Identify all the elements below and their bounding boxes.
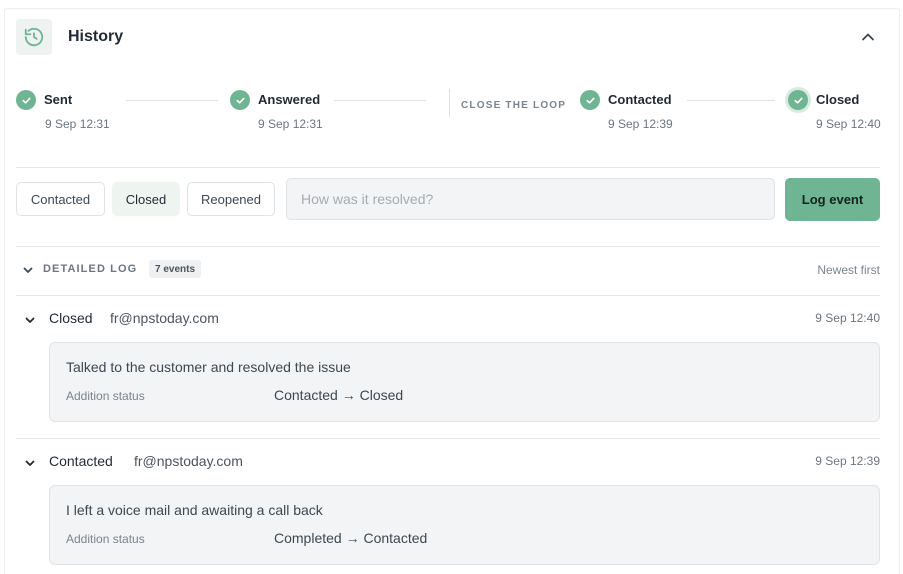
step-label: Contacted bbox=[608, 92, 672, 107]
chevron-down-icon[interactable] bbox=[20, 262, 36, 278]
addition-status-label: Addition status bbox=[66, 532, 145, 546]
addition-status-label: Addition status bbox=[66, 389, 145, 403]
check-icon bbox=[16, 90, 36, 110]
event-user: fr@npstoday.com bbox=[110, 310, 219, 326]
step-time: 9 Sep 12:39 bbox=[608, 117, 673, 131]
detailed-log-header: DETAILED LOG 7 events Newest first bbox=[16, 255, 880, 279]
close-the-loop-label: CLOSE THE LOOP bbox=[461, 100, 567, 111]
option-contacted-button[interactable]: Contacted bbox=[16, 182, 105, 216]
check-icon bbox=[788, 90, 808, 110]
resolution-input[interactable] bbox=[286, 178, 775, 220]
event-details: Talked to the customer and resolved the … bbox=[49, 342, 880, 422]
status-transition: Completed → Contacted bbox=[274, 530, 428, 546]
log-event-button[interactable]: Log event bbox=[785, 178, 880, 221]
step-label: Closed bbox=[816, 92, 860, 107]
option-reopened-button[interactable]: Reopened bbox=[187, 182, 275, 216]
step-label: Answered bbox=[258, 92, 321, 107]
chevron-down-icon[interactable] bbox=[22, 312, 38, 328]
log-event: Closed fr@npstoday.com 9 Sep 12:40 Talke… bbox=[16, 310, 880, 422]
event-note: I left a voice mail and awaiting a call … bbox=[66, 502, 323, 518]
step-time: 9 Sep 12:31 bbox=[258, 117, 323, 131]
stepper-divider bbox=[449, 89, 450, 117]
step-time: 9 Sep 12:31 bbox=[45, 117, 110, 131]
status-stepper: Sent 9 Sep 12:31 Answered 9 Sep 12:31 CL… bbox=[16, 89, 881, 140]
step-label: Sent bbox=[44, 92, 73, 107]
divider bbox=[16, 438, 880, 439]
status-transition: Contacted → Closed bbox=[274, 387, 404, 403]
chevron-up-icon[interactable] bbox=[858, 27, 878, 47]
page-title: History bbox=[68, 28, 124, 45]
step-connector bbox=[334, 100, 426, 101]
option-closed-button[interactable]: Closed bbox=[112, 182, 180, 216]
log-event-form: Contacted Closed Reopened Log event bbox=[16, 178, 880, 222]
step-connector bbox=[687, 100, 775, 101]
event-time: 9 Sep 12:39 bbox=[815, 454, 880, 468]
history-header: History bbox=[16, 19, 880, 55]
history-icon bbox=[16, 19, 52, 55]
event-details: I left a voice mail and awaiting a call … bbox=[49, 485, 880, 565]
divider bbox=[16, 246, 880, 247]
sort-order-toggle[interactable]: Newest first bbox=[817, 263, 880, 277]
event-count-badge: 7 events bbox=[149, 260, 202, 278]
event-note: Talked to the customer and resolved the … bbox=[66, 359, 351, 375]
event-time: 9 Sep 12:40 bbox=[815, 311, 880, 325]
log-event: Contacted fr@npstoday.com 9 Sep 12:39 I … bbox=[16, 453, 880, 565]
chevron-down-icon[interactable] bbox=[22, 455, 38, 471]
event-status: Closed bbox=[49, 310, 93, 326]
step-connector bbox=[126, 100, 218, 101]
detailed-log-title: DETAILED LOG bbox=[43, 263, 138, 275]
divider bbox=[16, 167, 880, 168]
check-icon bbox=[580, 90, 600, 110]
step-time: 9 Sep 12:40 bbox=[816, 117, 881, 131]
event-user: fr@npstoday.com bbox=[134, 453, 243, 469]
check-icon bbox=[230, 90, 250, 110]
event-status: Contacted bbox=[49, 453, 113, 469]
divider bbox=[16, 295, 880, 296]
